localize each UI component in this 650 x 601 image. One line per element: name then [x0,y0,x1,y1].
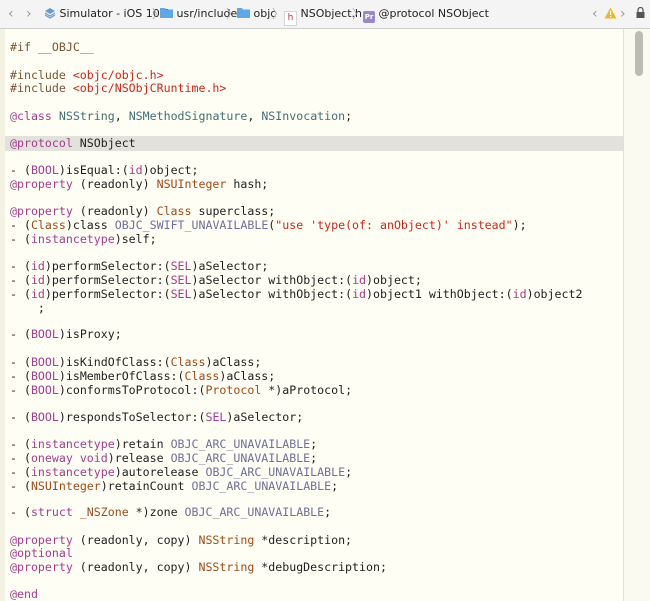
code-line: @property (readonly, copy) NSString *deb… [10,560,387,574]
code-line: ; [10,301,45,315]
vertical-scrollbar[interactable] [623,29,650,601]
scrollbar-thumb[interactable] [635,31,643,76]
code-line: #include <objc/NSObjCRuntime.h> [10,81,227,95]
header-file-icon: h [284,11,297,26]
code-line: @optional [10,546,73,560]
folder-icon [237,8,250,18]
code-line: - (struct _NSZone *)zone OBJC_ARC_UNAVAI… [10,505,332,519]
code-line: - (BOOL)isProxy; [10,327,122,341]
code-line: - (instancetype)autorelease OBJC_ARC_UNA… [10,465,353,479]
code-line: - (NSUInteger)retainCount OBJC_ARC_UNAVA… [10,479,339,493]
code-line: - (BOOL)conformsToProtocol:(Protocol *)a… [10,383,353,397]
code-line: - (id)performSelector:(SEL)aSelector wit… [10,273,422,287]
code-line: - (instancetype)self; [10,232,157,246]
previous-issue-icon[interactable]: ‹ [592,0,598,28]
code-line: #if __OBJC__ [10,40,94,54]
breadcrumb-nsobject-h[interactable]: h NSObject.h [284,0,362,28]
code-line: @property (readonly) NSUInteger hash; [10,177,269,191]
breadcrumb-protocol[interactable]: Pr @protocol NSObject [363,0,489,28]
code-line: @property (readonly, copy) NSString *des… [10,533,353,547]
code-line: - (instancetype)retain OBJC_ARC_UNAVAILA… [10,437,318,451]
lock-icon[interactable] [636,0,645,28]
code-line: - (oneway void)release OBJC_ARC_UNAVAILA… [10,451,318,465]
jump-bar: ‹ › Simulator - iOS 10.3 〉 usr/include 〉… [0,0,650,29]
simulator-icon [44,8,56,19]
protocol-symbol-icon: Pr [363,11,375,23]
code-line: - (BOOL)isMemberOfClass:(Class)aClass; [10,369,276,383]
next-issue-icon[interactable]: › [620,0,626,28]
code-line: - (id)performSelector:(SEL)aSelector wit… [10,287,583,301]
warning-icon[interactable] [604,0,617,28]
breadcrumb-separator: 〉 [272,7,285,21]
back-arrow-icon[interactable]: ‹ [8,0,14,28]
code-line: @property (readonly) Class superclass; [10,204,276,218]
code-line: @end [10,587,38,601]
folder-icon [160,8,173,18]
code-line: #include <objc/objc.h> [10,68,164,82]
code-line: - (BOOL)respondsToSelector:(SEL)aSelecto… [10,410,304,424]
breadcrumb-objc[interactable]: objc [237,0,276,28]
code-line: @class NSString, NSMethodSignature, NSIn… [10,109,353,123]
code-line: - (Class)class OBJC_SWIFT_UNAVAILABLE("u… [10,218,527,232]
forward-arrow-icon[interactable]: › [26,0,32,28]
source-editor[interactable]: #if __OBJC__ #include <objc/objc.h> #inc… [0,29,650,601]
breadcrumb-label: @protocol NSObject [378,7,489,20]
code-line: - (id)performSelector:(SEL)aSelector; [10,259,269,273]
code-line: @protocol NSObject [10,136,136,150]
code-line: - (BOOL)isEqual:(id)object; [10,163,199,177]
code-line: - (BOOL)isKindOfClass:(Class)aClass; [10,355,262,369]
editor-gutter [0,29,5,601]
